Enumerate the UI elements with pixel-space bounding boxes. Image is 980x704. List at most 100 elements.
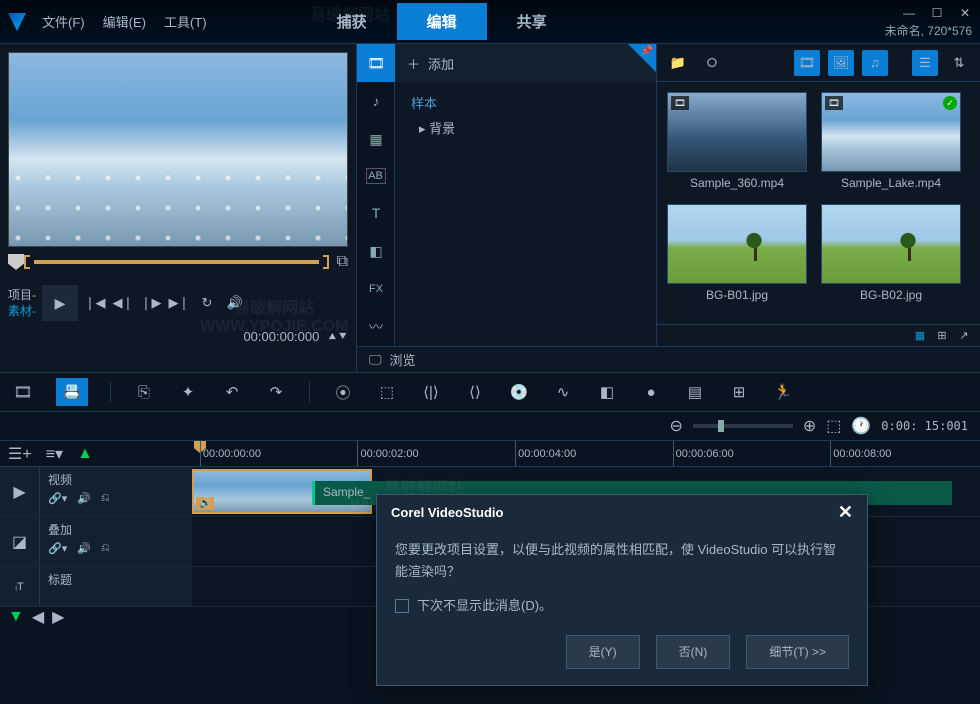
marker-tool-icon[interactable]: ⬚ xyxy=(376,378,398,406)
tree-item-background[interactable]: ▸ 背景 xyxy=(411,115,640,140)
scroll-up-icon[interactable]: ▲ xyxy=(77,445,93,463)
zoom-in-icon[interactable]: ⊕ xyxy=(803,416,816,436)
split-icon[interactable]: ⟨|⟩ xyxy=(420,378,442,406)
preview-viewport[interactable] xyxy=(8,52,348,247)
tree-item-sample[interactable]: 样本 xyxy=(411,90,640,115)
clock-icon: 🕐 xyxy=(851,416,871,436)
audio-tool-icon[interactable]: ∿ xyxy=(552,378,574,406)
trim-icon[interactable]: ⟨⟩ xyxy=(464,378,486,406)
pin-icon[interactable] xyxy=(628,44,656,72)
chapter-icon[interactable]: ▤ xyxy=(684,378,706,406)
preview-timecode[interactable]: 00:00:00:000 ⯅⯆ xyxy=(243,329,348,345)
scroll-left-icon[interactable]: ◀ xyxy=(32,607,44,627)
checkbox-icon[interactable] xyxy=(395,599,409,613)
menu-edit[interactable]: 编辑(E) xyxy=(103,12,146,31)
tab-capture[interactable]: 捕获 xyxy=(307,3,397,40)
menu-tools[interactable]: 工具(T) xyxy=(164,12,207,31)
colorize-icon[interactable]: ● xyxy=(640,378,662,406)
media-thumb[interactable]: 🎞 Sample_360.mp4 xyxy=(667,92,807,190)
mode-project[interactable]: 项目- xyxy=(8,287,36,303)
browse-row[interactable]: 🖵 浏览 xyxy=(357,346,980,372)
library-content: 📁 ⭘ 🎞 🖼 ♫ ☰ ⇅ 🎞 Sample_360.mp4 xyxy=(657,44,980,346)
scrub-marker-icon[interactable] xyxy=(8,254,24,270)
yes-button[interactable]: 是(Y) xyxy=(566,635,640,669)
no-button[interactable]: 否(N) xyxy=(656,635,731,669)
volume-button[interactable]: 🔊 xyxy=(224,292,246,314)
tab-share[interactable]: 共享 xyxy=(487,3,577,40)
disc-icon[interactable]: 💿 xyxy=(508,378,530,406)
lib-tab-graphic[interactable]: ◧ xyxy=(357,232,395,270)
dont-show-checkbox[interactable]: 下次不显示此消息(D)。 xyxy=(395,595,849,617)
lib-tab-path[interactable]: 〰 xyxy=(357,308,395,346)
grid-tool-icon[interactable]: ⊞ xyxy=(728,378,750,406)
filter-audio-icon[interactable]: ♫ xyxy=(862,50,888,76)
lib-tab-media[interactable]: 🎞 xyxy=(357,44,395,82)
add-track-icon[interactable]: ☰+ xyxy=(8,444,32,464)
time-ruler[interactable]: 00:00:00:00 00:00:02:00 00:00:04:00 00:0… xyxy=(192,441,980,466)
record-icon[interactable]: ⦿ xyxy=(332,378,354,406)
grid-icon[interactable]: ⊞ xyxy=(934,328,950,344)
link-icon[interactable]: 🔗▾ xyxy=(48,542,67,555)
undo-icon[interactable]: ↶ xyxy=(221,378,243,406)
details-button[interactable]: 细节(T) >> xyxy=(746,635,849,669)
lib-tab-title[interactable]: AB xyxy=(366,168,386,184)
mark-in-icon[interactable] xyxy=(24,255,30,269)
close-button[interactable]: ✕ xyxy=(958,6,972,20)
layers-icon[interactable]: ▦ xyxy=(912,328,928,344)
go-end-button[interactable]: ▶❘ xyxy=(168,292,190,314)
scrub-bar[interactable] xyxy=(34,260,319,264)
motion-icon[interactable]: 🏃 xyxy=(772,378,794,406)
filter-video-icon[interactable]: 🎞 xyxy=(794,50,820,76)
lib-tab-filter[interactable]: FX xyxy=(357,270,395,308)
mixer-icon[interactable]: ◧ xyxy=(596,378,618,406)
add-folder-button[interactable]: ＋ 添加 xyxy=(395,44,656,82)
track-title-icon[interactable]: ᵢT xyxy=(0,567,40,606)
storyboard-view-icon[interactable]: 🎞 xyxy=(12,378,34,406)
track-video-icon[interactable]: ▶ xyxy=(0,467,40,516)
duplicate-icon[interactable]: ⧉ xyxy=(337,253,348,271)
go-start-button[interactable]: ❘◀ xyxy=(84,292,106,314)
redo-icon[interactable]: ↷ xyxy=(265,378,287,406)
timeline-view-icon[interactable]: 📇 xyxy=(56,378,88,406)
lock-icon[interactable]: ⎌ xyxy=(101,492,110,505)
maximize-button[interactable]: ☐ xyxy=(930,6,944,20)
menu-file[interactable]: 文件(F) xyxy=(42,12,85,31)
track-options-icon[interactable]: ≡▾ xyxy=(46,444,63,464)
media-thumb[interactable]: BG-B02.jpg xyxy=(821,204,961,302)
lock-icon[interactable]: ⎌ xyxy=(101,542,110,555)
fit-icon[interactable]: ⬚ xyxy=(826,416,841,436)
loop-button[interactable]: ↻ xyxy=(196,292,218,314)
capture-icon[interactable]: ⭘ xyxy=(699,50,725,76)
prev-frame-button[interactable]: ◀❘ xyxy=(112,292,134,314)
lib-tab-text[interactable]: T xyxy=(357,194,395,232)
media-thumb[interactable]: BG-B01.jpg xyxy=(667,204,807,302)
import-folder-icon[interactable]: 📁 xyxy=(665,50,691,76)
scroll-right-icon[interactable]: ▶ xyxy=(52,607,64,627)
library-grid: 🎞 Sample_360.mp4 🎞✓ Sample_Lake.mp4 BG-B… xyxy=(657,82,980,324)
track-overlay-icon[interactable]: ◪ xyxy=(0,517,40,566)
play-button[interactable]: ▶ xyxy=(42,285,78,321)
sort-icon[interactable]: ⇅ xyxy=(946,50,972,76)
mode-clip[interactable]: 素材- xyxy=(8,303,36,319)
mute-icon[interactable]: 🔊 xyxy=(77,492,91,505)
link-icon[interactable]: 🔗▾ xyxy=(48,492,67,505)
next-frame-button[interactable]: ❘▶ xyxy=(140,292,162,314)
minimize-button[interactable]: — xyxy=(902,6,916,20)
lib-tab-audio[interactable]: ♪ xyxy=(357,82,395,120)
library-category-tabs: 🎞 ♪ ▦ AB T ◧ FX 〰 xyxy=(357,44,395,346)
copy-attr-icon[interactable]: ⎘ xyxy=(133,378,155,406)
dialog-close-button[interactable]: ✕ xyxy=(838,502,853,523)
mark-out-icon[interactable] xyxy=(323,255,329,269)
view-list-icon[interactable]: ☰ xyxy=(912,50,938,76)
mute-icon[interactable]: 🔊 xyxy=(77,542,91,555)
filter-photo-icon[interactable]: 🖼 xyxy=(828,50,854,76)
tab-edit[interactable]: 编辑 xyxy=(397,3,487,40)
scroll-down-icon[interactable]: ▼ xyxy=(8,608,24,626)
zoom-out-icon[interactable]: ⊖ xyxy=(669,416,682,436)
zoom-slider[interactable] xyxy=(693,424,793,428)
expand-icon[interactable]: ↗ xyxy=(956,328,972,344)
settings-icon[interactable]: ✦ xyxy=(177,378,199,406)
lib-tab-transition[interactable]: ▦ xyxy=(357,120,395,158)
preview-scrubber[interactable]: ⧉ xyxy=(8,247,348,277)
media-thumb[interactable]: 🎞✓ Sample_Lake.mp4 xyxy=(821,92,961,190)
